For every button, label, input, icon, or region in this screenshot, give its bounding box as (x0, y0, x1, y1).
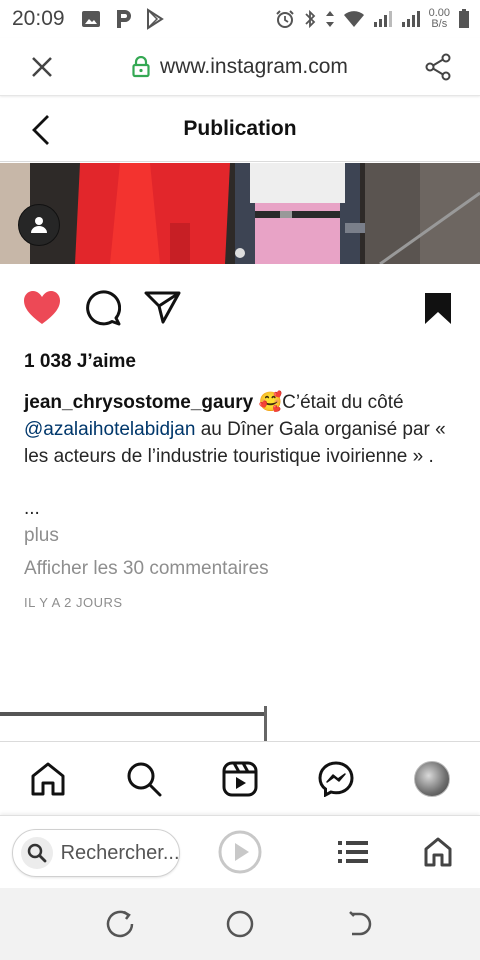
chevron-left-icon (32, 115, 49, 145)
more-link[interactable]: plus (24, 525, 59, 547)
list-icon (338, 841, 368, 863)
emoji: 🥰 (258, 392, 283, 413)
browser-url-bar: www.instagram.com (0, 38, 480, 96)
reels-icon (222, 761, 258, 796)
share-icon (425, 53, 451, 80)
send-icon (144, 291, 181, 324)
search-icon (127, 762, 162, 796)
play-store-icon (146, 8, 164, 30)
close-icon (32, 56, 52, 77)
messenger-icon (318, 760, 354, 797)
p-app-icon (116, 10, 131, 28)
close-tab-button[interactable] (0, 56, 84, 78)
comment-icon (86, 290, 122, 326)
nav-search[interactable] (114, 761, 174, 797)
post-header: Publication (0, 97, 480, 162)
search-placeholder: Rechercher... (60, 841, 179, 864)
browser-bottom-bar: Rechercher... (0, 815, 480, 888)
net-speed-unit: B/s (431, 18, 448, 30)
next-post-edge (0, 712, 267, 716)
status-right-icons: 0.00 B/s (275, 8, 470, 30)
system-home-button[interactable] (226, 910, 254, 943)
home-circle-icon (226, 910, 254, 938)
play-icon (218, 830, 262, 874)
status-left-icons (81, 8, 165, 30)
post-image (0, 163, 480, 264)
caption-username[interactable]: jean_chrysostome_gaury (24, 392, 253, 413)
search-icon (21, 837, 53, 869)
tabs-list-button[interactable] (338, 838, 368, 871)
home-icon (31, 762, 65, 795)
status-bar: 20:09 0.00 B/s (0, 0, 480, 38)
image-icon (81, 11, 100, 27)
nav-messenger[interactable] (306, 760, 366, 797)
lock-icon (132, 55, 150, 77)
user-tag-button[interactable] (18, 204, 60, 246)
data-arrows-icon (325, 11, 334, 27)
back-icon (349, 911, 372, 936)
battery-icon (459, 9, 469, 28)
save-button[interactable] (423, 288, 453, 333)
caption-mention[interactable]: @azalaihotelabidjan (24, 419, 195, 440)
caption-text-1: C’était du côté (282, 392, 404, 413)
profile-avatar (414, 760, 450, 797)
heart-filled-icon (24, 291, 60, 324)
post-actions (0, 288, 480, 332)
wifi-icon (343, 11, 364, 27)
share-button[interactable] (396, 53, 480, 81)
post-timestamp: IL Y A 2 JOURS (24, 595, 123, 610)
net-speed: 0.00 B/s (429, 8, 450, 30)
nav-profile[interactable] (402, 760, 462, 797)
home-icon (424, 837, 452, 867)
url-field[interactable]: www.instagram.com (84, 55, 396, 79)
view-comments-link[interactable]: Afficher les 30 commentaires (24, 558, 269, 580)
post-photo[interactable] (0, 163, 480, 264)
page-title: Publication (183, 117, 297, 140)
like-button[interactable] (22, 288, 62, 333)
likes-count[interactable]: 1 038 J’aime (24, 351, 136, 373)
back-button[interactable] (28, 113, 56, 152)
recents-button[interactable] (106, 910, 134, 943)
system-nav-bar (0, 888, 480, 960)
url-text: www.instagram.com (160, 54, 348, 78)
comment-button[interactable] (83, 288, 122, 333)
share-post-button[interactable] (144, 288, 182, 333)
user-icon (31, 217, 47, 233)
nav-home[interactable] (18, 761, 78, 797)
signal-icon (373, 11, 392, 27)
caption-ellipsis: ... (24, 498, 40, 519)
next-post-divider (264, 706, 267, 742)
system-back-button[interactable] (346, 910, 374, 943)
signal-icon (401, 11, 420, 27)
media-play-button[interactable] (218, 830, 262, 879)
bookmark-filled-icon (425, 293, 451, 324)
status-time: 20:09 (12, 7, 65, 30)
browser-search-field[interactable]: Rechercher... (12, 829, 180, 877)
ig-bottom-nav (0, 741, 480, 815)
post-caption: jean_chrysostome_gaury 🥰C’était du côté … (24, 389, 454, 470)
alarm-icon (275, 10, 294, 28)
bluetooth-icon (304, 9, 315, 29)
recents-icon (106, 910, 134, 938)
browser-home-button[interactable] (424, 837, 452, 872)
nav-reels[interactable] (210, 761, 270, 797)
